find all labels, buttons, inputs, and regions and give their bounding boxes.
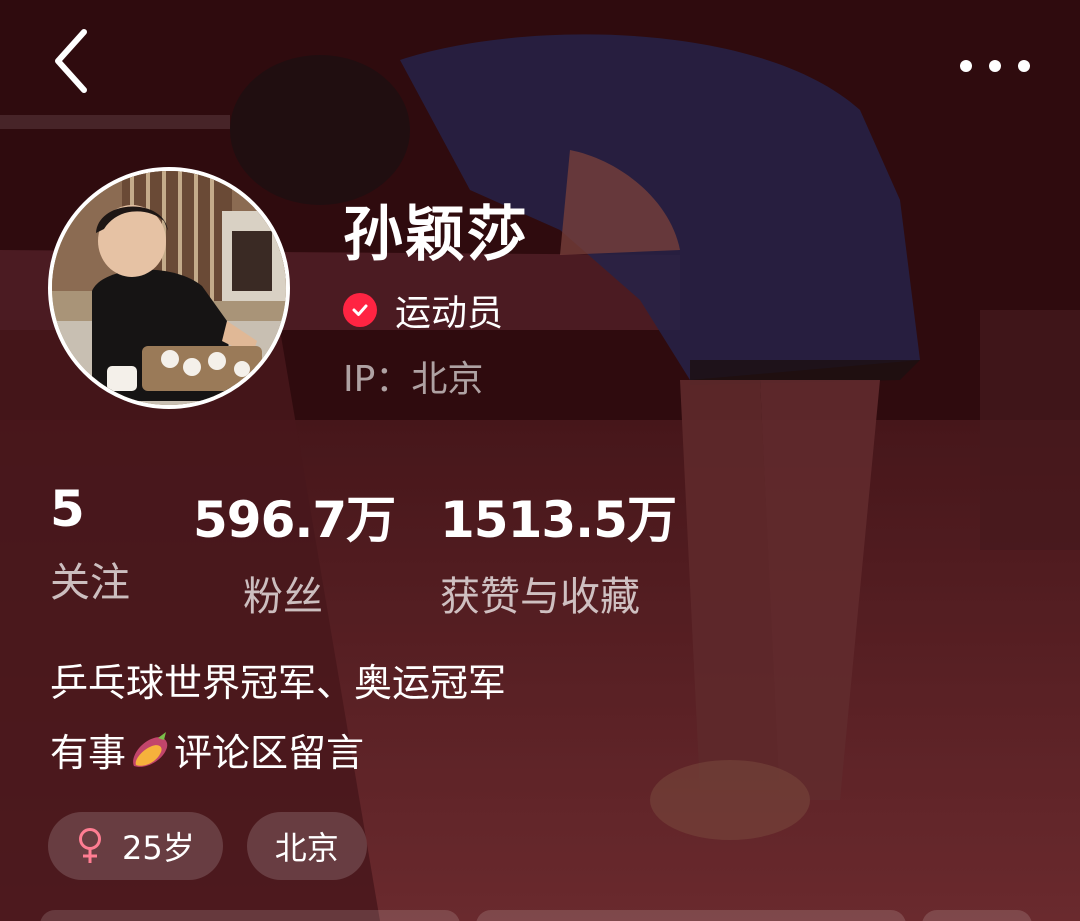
bottom-cutoff-buttons — [0, 910, 1080, 921]
bio-line-2-prefix: 有事 — [50, 731, 127, 775]
verified-label: 运动员 — [395, 293, 504, 334]
back-chevron-icon[interactable] — [50, 28, 94, 94]
tag-gender-age: 25岁 — [48, 812, 223, 880]
ip-location: IP：北京 — [343, 359, 484, 400]
bio-line-2-suffix: 评论区留言 — [174, 731, 365, 775]
profile-page: 孙颖莎 运动员 IP：北京 5 关注 596.7万 粉丝 1513.5万 获赞与… — [0, 0, 1080, 921]
more-horizontal-icon[interactable] — [960, 52, 1030, 78]
avatar[interactable] — [48, 167, 290, 409]
tag-age-label: 25岁 — [122, 829, 195, 867]
bio-line-1: 乒乓球世界冠军、奥运冠军 — [50, 661, 507, 705]
bio: 乒乓球世界冠军、奥运冠军 有事 评论区留言 — [50, 648, 506, 788]
stat-label: 粉丝 — [243, 574, 323, 620]
verified-check-icon — [343, 293, 377, 327]
stat-following[interactable]: 5 关注 — [50, 480, 130, 608]
stat-likes-and-saves[interactable]: 1513.5万 获赞与收藏 — [440, 480, 677, 622]
stat-value: 1513.5万 — [440, 491, 677, 549]
cutoff-button-2[interactable] — [476, 910, 906, 921]
stat-label: 关注 — [50, 560, 130, 606]
female-icon — [79, 828, 101, 863]
tag-location: 北京 — [246, 812, 367, 880]
profile-name: 孙颖莎 — [343, 200, 529, 270]
sweet-potato-icon — [128, 724, 172, 767]
stat-value: 5 — [50, 480, 85, 538]
stat-value: 596.7万 — [193, 491, 396, 549]
cutoff-button-1[interactable] — [40, 910, 460, 921]
stat-followers[interactable]: 596.7万 粉丝 — [193, 480, 396, 622]
stat-label: 获赞与收藏 — [440, 574, 640, 620]
bio-line-2: 有事 评论区留言 — [50, 718, 506, 788]
tag-location-label: 北京 — [274, 829, 339, 867]
verification-row: 运动员 — [343, 284, 503, 336]
cutoff-button-3[interactable] — [922, 910, 1032, 921]
profile-tags: 25岁 北京 — [48, 812, 367, 880]
